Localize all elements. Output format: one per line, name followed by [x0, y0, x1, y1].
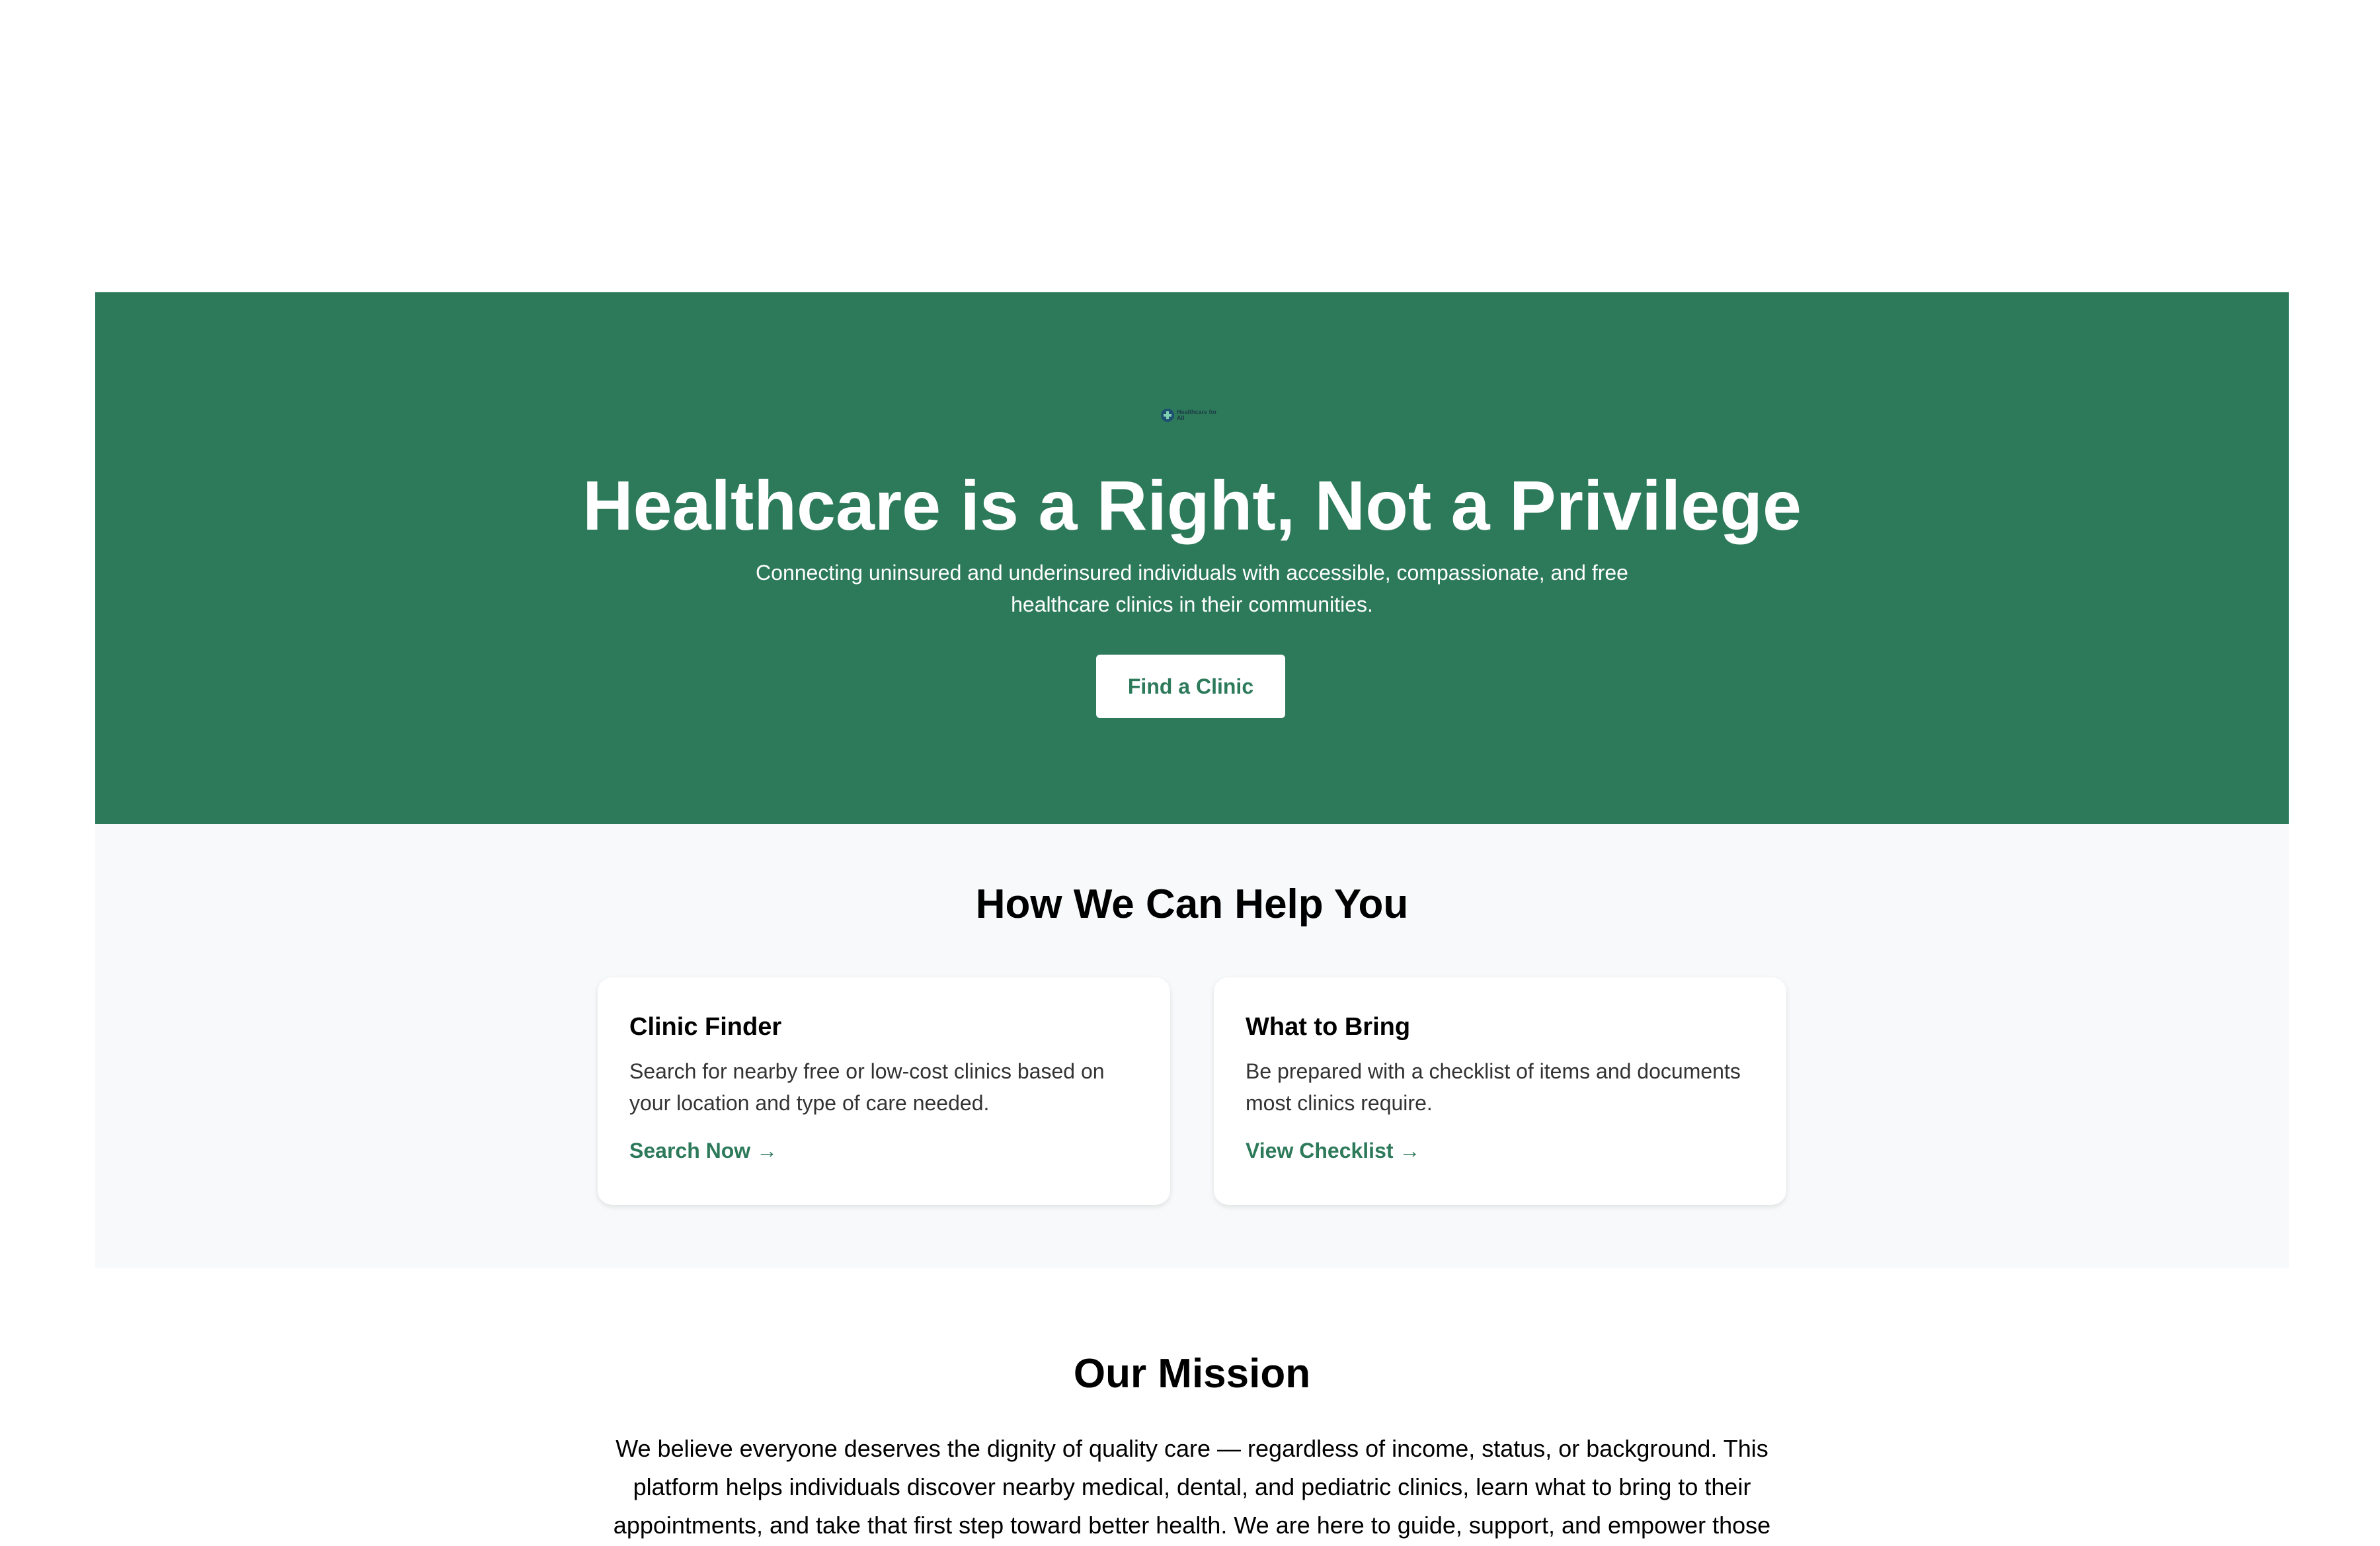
hero-subtitle: Connecting uninsured and underinsured in… — [756, 561, 1628, 616]
site-logo[interactable]: Healthcare for All — [1161, 407, 1223, 423]
hero-section: Healthcare for All Healthcare is a Right… — [95, 292, 2289, 824]
logo-text: Healthcare for All — [1177, 409, 1217, 421]
mission-text: We believe everyone deserves the dignity… — [613, 1435, 1771, 1539]
help-section: How We Can Help You Clinic Finder Search… — [95, 824, 2289, 1268]
what-to-bring-card: What to Bring Be prepared with a checkli… — [1214, 977, 1786, 1205]
medical-cross-icon — [1161, 409, 1174, 422]
hero-title: Healthcare is a Right, Not a Privilege — [582, 467, 1802, 545]
view-checklist-link[interactable]: View Checklist → — [1246, 1137, 1420, 1164]
mission-title: Our Mission — [1073, 1351, 1311, 1397]
card-description: Be prepared with a checklist of items an… — [1246, 1059, 1741, 1115]
help-section-title: How We Can Help You — [975, 881, 1409, 927]
clinic-finder-card: Clinic Finder Search for nearby free or … — [598, 977, 1170, 1205]
find-clinic-button[interactable]: Find a Clinic — [1096, 655, 1285, 718]
card-description: Search for nearby free or low-cost clini… — [629, 1059, 1105, 1115]
page-frame: Healthcare for All Healthcare is a Right… — [95, 292, 2289, 1546]
search-now-link[interactable]: Search Now → — [629, 1137, 777, 1164]
card-title: What to Bring — [1246, 1013, 1411, 1041]
card-title: Clinic Finder — [629, 1013, 782, 1041]
